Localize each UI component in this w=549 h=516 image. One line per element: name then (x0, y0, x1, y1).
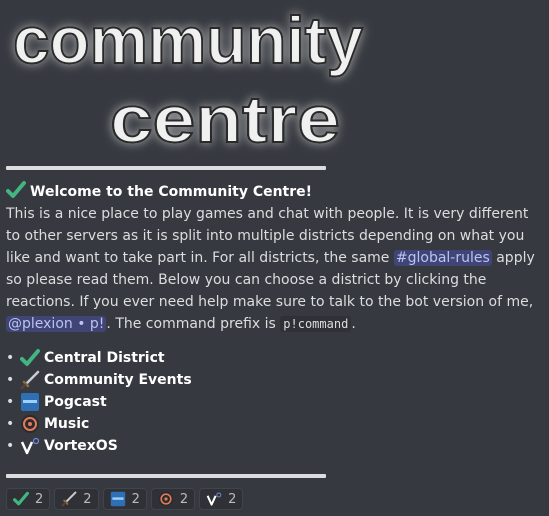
record-icon (20, 414, 40, 434)
command-prefix-code: p!command (280, 316, 352, 332)
divider-top (6, 166, 326, 170)
reaction-count: 2 (83, 491, 92, 507)
district-item-vortexos: • VortexOS (6, 435, 546, 457)
channel-mention-global-rules[interactable]: #global-rules (393, 250, 492, 266)
record-icon (158, 491, 174, 507)
check-mark-icon (6, 180, 26, 200)
message-text-3: . The command prefix is (106, 316, 281, 332)
vortexos-icon (206, 491, 222, 507)
user-mention-plexion[interactable]: @plexion • p! (6, 316, 107, 332)
reaction-pogcast[interactable]: 2 (102, 488, 147, 510)
check-mark-icon (13, 491, 29, 507)
district-label: VortexOS (44, 438, 118, 454)
divider-bottom (6, 474, 326, 478)
message-heading: Welcome to the Community Centre! (30, 184, 313, 200)
list-bullet: • (6, 438, 15, 454)
list-bullet: • (6, 416, 15, 432)
reaction-count: 2 (35, 491, 44, 507)
pogcast-icon (20, 392, 40, 412)
vortexos-icon (20, 436, 40, 456)
community-centre-banner: community centre (12, 2, 364, 157)
message-body: Welcome to the Community Centre! This is… (6, 180, 546, 457)
banner-line-2: centre (110, 82, 340, 156)
reaction-count: 2 (228, 491, 237, 507)
message-text-4: . (351, 316, 356, 332)
list-bullet: • (6, 372, 15, 388)
sword-icon (61, 491, 77, 507)
district-item-pogcast: • Pogcast (6, 391, 546, 413)
reaction-music[interactable]: 2 (150, 488, 196, 510)
district-label: Music (44, 416, 90, 432)
reaction-vortexos[interactable]: 2 (199, 488, 244, 510)
pogcast-icon (110, 491, 126, 507)
district-label: Community Events (44, 372, 192, 388)
district-label: Central District (44, 350, 165, 366)
district-list: • Central District • Community Events • … (6, 347, 546, 457)
reaction-central[interactable]: 2 (6, 488, 51, 510)
banner-line-1: community (13, 3, 363, 77)
list-bullet: • (6, 350, 15, 366)
list-bullet: • (6, 394, 15, 410)
district-item-music: • Music (6, 413, 546, 435)
district-item-central: • Central District (6, 347, 546, 369)
reaction-community-events[interactable]: 2 (54, 488, 99, 510)
reaction-count: 2 (131, 491, 140, 507)
reaction-bar: 2 2 2 2 2 (6, 488, 244, 510)
district-label: Pogcast (44, 394, 107, 410)
sword-icon (20, 370, 40, 390)
message-paragraph: This is a nice place to play games and c… (6, 203, 546, 335)
district-item-community-events: • Community Events (6, 369, 546, 391)
reaction-count: 2 (179, 491, 189, 507)
check-mark-icon (20, 348, 40, 368)
message-heading-row: Welcome to the Community Centre! (6, 180, 546, 203)
